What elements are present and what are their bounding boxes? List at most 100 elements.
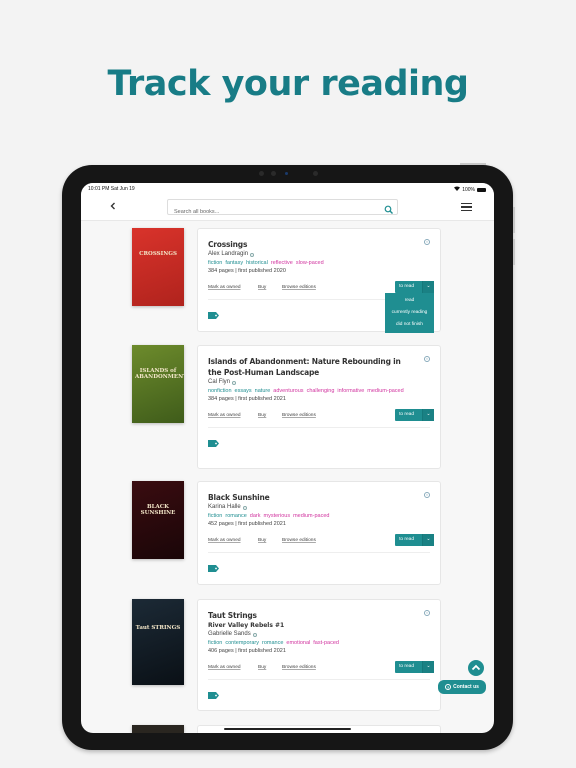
reading-status-label[interactable]: to read xyxy=(395,281,422,293)
book-actions: Mark as owned Buy Browse editions to rea… xyxy=(208,276,434,333)
book-tags: fiction contemporary romance emotional fast-… xyxy=(208,639,430,647)
reading-status-label[interactable]: to read xyxy=(395,534,422,546)
genre-tag[interactable]: contemporary xyxy=(225,640,259,646)
chevron-down-icon[interactable]: ⌄ xyxy=(422,281,434,293)
tag-icon[interactable] xyxy=(208,306,220,324)
mood-tag[interactable]: slow-paced xyxy=(296,260,324,266)
reading-status-label[interactable]: to read xyxy=(395,409,422,421)
device-volume-up xyxy=(513,207,515,233)
status-dropdown-menu: read currently reading did not finish xyxy=(385,293,434,333)
browse-editions-link[interactable]: Browse editions xyxy=(282,538,316,543)
tag-icon[interactable] xyxy=(208,559,220,577)
book-card: Black Sunshine Karina Halle fiction roman… xyxy=(197,481,441,585)
book-cover[interactable]: BLACK SUNSHINE xyxy=(132,481,184,559)
mood-tag[interactable]: medium-paced xyxy=(367,388,403,394)
book-title[interactable]: Crossings xyxy=(208,239,430,250)
book-meta: 384 pages | first published 2020 xyxy=(208,268,286,274)
search-icon[interactable] xyxy=(384,202,394,220)
reading-status-button[interactable]: to read ⌄ xyxy=(395,281,434,293)
tag-row xyxy=(198,680,440,702)
hamburger-menu-icon[interactable] xyxy=(461,203,472,213)
buy-link[interactable]: Buy xyxy=(258,413,266,418)
mood-tag[interactable]: adventurous xyxy=(273,388,303,394)
chevron-down-icon[interactable]: ⌄ xyxy=(422,409,434,421)
mood-tag[interactable]: dark xyxy=(250,513,261,519)
mood-tag[interactable]: reflective xyxy=(271,260,293,266)
genre-tag[interactable]: fiction xyxy=(208,260,222,266)
book-title[interactable]: Black Sunshine xyxy=(208,492,430,503)
mood-tag[interactable]: medium-paced xyxy=(293,513,329,519)
chevron-down-icon[interactable]: ⌄ xyxy=(422,661,434,673)
book-cover[interactable] xyxy=(132,725,184,733)
browse-editions-link[interactable]: Browse editions xyxy=(282,665,316,670)
reading-status-button[interactable]: to read ⌄ xyxy=(395,409,434,421)
mood-tag[interactable]: mysterious xyxy=(263,513,290,519)
author-name: Karina Halle xyxy=(208,504,241,510)
genre-tag[interactable]: nonfiction xyxy=(208,388,232,394)
cover-title: CROSSINGS xyxy=(139,251,177,257)
status-option[interactable]: currently reading xyxy=(385,307,434,319)
book-title[interactable]: Taut Strings xyxy=(208,610,430,621)
mood-tag[interactable]: informative xyxy=(337,388,364,394)
page-headline: Track your reading xyxy=(107,64,469,104)
reading-status-button[interactable]: to read ⌄ xyxy=(395,534,434,546)
tag-icon[interactable] xyxy=(208,434,220,452)
mark-as-owned-link[interactable]: Mark as owned xyxy=(208,665,241,670)
status-option[interactable]: read xyxy=(385,295,434,307)
book-title[interactable]: Islands of Abandonment: Nature Reboundin… xyxy=(208,356,430,378)
close-icon[interactable]: × xyxy=(424,610,430,616)
genre-tag[interactable]: fantasy xyxy=(225,260,243,266)
search-input[interactable] xyxy=(168,205,368,219)
book-tags: fiction romance dark mysterious medium-paced xyxy=(208,512,430,520)
book-author[interactable]: Cal Flyn xyxy=(208,378,430,387)
reading-status-label[interactable]: to read xyxy=(395,661,422,673)
buy-link[interactable]: Buy xyxy=(258,665,266,670)
close-icon[interactable]: × xyxy=(424,492,430,498)
genre-tag[interactable]: fiction xyxy=(208,513,222,519)
sensor xyxy=(259,171,264,176)
mood-tag[interactable]: emotional xyxy=(286,640,310,646)
reading-status-button[interactable]: to read ⌄ xyxy=(395,661,434,673)
book-author[interactable]: Karina Halle xyxy=(208,503,430,512)
mood-tag[interactable]: challenging xyxy=(307,388,335,394)
mark-as-owned-link[interactable]: Mark as owned xyxy=(208,285,241,290)
genre-tag[interactable]: fiction xyxy=(208,640,222,646)
contact-us-button[interactable]: ? Contact us xyxy=(438,680,486,694)
book-author[interactable]: Alex Landragin xyxy=(208,250,430,259)
status-time: 10:01 PM Sat Jun 19 xyxy=(88,186,135,192)
browse-editions-link[interactable]: Browse editions xyxy=(282,285,316,290)
tag-icon[interactable] xyxy=(208,686,220,704)
search-box xyxy=(167,199,398,219)
book-meta: 406 pages | first published 2021 xyxy=(208,648,286,654)
book-cover[interactable]: ISLANDS of ABANDONMENT xyxy=(132,345,184,423)
book-series[interactable]: River Valley Rebels #1 xyxy=(208,621,430,630)
genre-tag[interactable]: historical xyxy=(246,260,268,266)
book-meta: 452 pages | first published 2021 xyxy=(208,521,286,527)
book-tags: fiction fantasy historical reflective slow-p… xyxy=(208,259,430,267)
chevron-down-icon[interactable]: ⌄ xyxy=(422,534,434,546)
back-button[interactable] xyxy=(110,201,116,213)
scroll-to-top-button[interactable] xyxy=(468,660,484,676)
author-info-icon xyxy=(252,632,257,637)
book-cover[interactable]: Taut STRINGS xyxy=(132,599,184,685)
status-option[interactable]: did not finish xyxy=(385,319,434,331)
cover-title: BLACK SUNSHINE xyxy=(140,504,176,516)
genre-tag[interactable]: romance xyxy=(225,513,246,519)
home-indicator xyxy=(224,728,351,730)
close-icon[interactable]: × xyxy=(424,356,430,362)
book-author[interactable]: Gabrielle Sands xyxy=(208,630,430,639)
genre-tag[interactable]: romance xyxy=(262,640,283,646)
book-cover[interactable]: CROSSINGS xyxy=(132,228,184,306)
close-icon[interactable]: × xyxy=(424,239,430,245)
device-volume-down xyxy=(513,239,515,265)
tag-row xyxy=(198,553,440,575)
mark-as-owned-link[interactable]: Mark as owned xyxy=(208,538,241,543)
mood-tag[interactable]: fast-paced xyxy=(313,640,339,646)
browse-editions-link[interactable]: Browse editions xyxy=(282,413,316,418)
buy-link[interactable]: Buy xyxy=(258,538,266,543)
genre-tag[interactable]: essays xyxy=(235,388,252,394)
genre-tag[interactable]: nature xyxy=(255,388,271,394)
buy-link[interactable]: Buy xyxy=(258,285,266,290)
top-nav-bar xyxy=(81,195,494,221)
mark-as-owned-link[interactable]: Mark as owned xyxy=(208,413,241,418)
